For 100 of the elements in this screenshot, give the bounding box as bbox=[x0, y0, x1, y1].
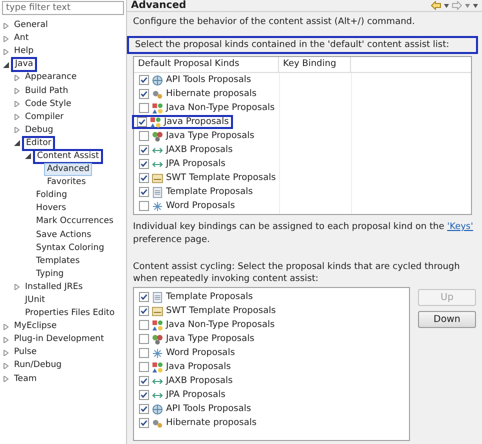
collapsed-arrow-icon[interactable] bbox=[3, 376, 9, 382]
column-header[interactable]: Key Binding bbox=[279, 57, 351, 72]
tree-item[interactable]: MyEclipse bbox=[11, 320, 60, 334]
checkbox[interactable] bbox=[139, 173, 149, 183]
shapes-icon bbox=[150, 116, 161, 128]
tree-item[interactable]: Installed JREs bbox=[22, 280, 86, 294]
gears-icon bbox=[152, 88, 163, 100]
shapes-icon bbox=[152, 102, 163, 114]
column-header[interactable]: Default Proposal Kinds bbox=[134, 57, 279, 72]
tree-item[interactable]: Save Actions bbox=[33, 228, 94, 242]
globe-icon bbox=[152, 74, 163, 86]
expanded-arrow-icon[interactable] bbox=[3, 62, 9, 68]
tree-item[interactable]: JUnit bbox=[22, 294, 48, 308]
checkbox[interactable] bbox=[139, 362, 149, 372]
instruction-text: Select the proposal kinds contained in the 'default' content assist list: bbox=[127, 36, 478, 54]
collapsed-arrow-icon[interactable] bbox=[3, 324, 9, 330]
tree-item[interactable]: Java bbox=[11, 57, 38, 72]
keys-link[interactable]: 'Keys' bbox=[447, 222, 474, 232]
tree-item[interactable]: Syntax Coloring bbox=[33, 242, 108, 255]
dropdown-icon[interactable] bbox=[444, 4, 449, 8]
expanded-arrow-icon[interactable] bbox=[14, 140, 20, 146]
tree-item[interactable]: Advanced bbox=[44, 163, 92, 176]
tree-item[interactable]: Mark Occurrences bbox=[33, 215, 117, 228]
collapsed-arrow-icon[interactable] bbox=[14, 284, 20, 290]
proposal-label: SWT Template Proposals bbox=[166, 306, 276, 316]
checkbox[interactable] bbox=[139, 145, 149, 155]
proposal-label: JPA Proposals bbox=[166, 159, 226, 169]
checkbox[interactable] bbox=[139, 376, 149, 386]
document-icon bbox=[152, 186, 163, 198]
tree-item[interactable]: Plug-in Development bbox=[11, 333, 107, 346]
tree-item[interactable]: Folding bbox=[33, 189, 70, 202]
checkbox[interactable] bbox=[139, 131, 149, 141]
filter-field[interactable]: type filter text bbox=[2, 1, 124, 15]
shapes-icon bbox=[152, 320, 163, 330]
checkbox[interactable] bbox=[139, 201, 149, 211]
proposal-label: Java Type Proposals bbox=[166, 131, 254, 141]
proposal-label: Word Proposals bbox=[166, 201, 235, 211]
collapsed-arrow-icon[interactable] bbox=[14, 74, 20, 81]
document-icon bbox=[152, 292, 163, 302]
tree-item[interactable]: Debug bbox=[22, 124, 56, 137]
checkbox[interactable] bbox=[139, 306, 149, 316]
tree-item[interactable]: Code Style bbox=[22, 98, 74, 111]
checkbox[interactable] bbox=[139, 292, 149, 302]
checkbox[interactable] bbox=[139, 404, 149, 414]
proposal-label: JAXB Proposals bbox=[166, 145, 233, 155]
tree-item[interactable]: Typing bbox=[33, 268, 67, 281]
collapsed-arrow-icon[interactable] bbox=[3, 36, 9, 42]
collapsed-arrow-icon[interactable] bbox=[14, 88, 20, 94]
tree-item[interactable]: General bbox=[11, 19, 51, 32]
collapsed-arrow-icon[interactable] bbox=[3, 336, 9, 343]
proposal-label: Java Proposals bbox=[164, 117, 229, 127]
tree-item[interactable]: Compiler bbox=[22, 110, 67, 124]
checkbox[interactable] bbox=[139, 187, 149, 197]
checkbox[interactable] bbox=[139, 334, 149, 344]
tree-item[interactable]: Run/Debug bbox=[11, 359, 65, 372]
back-arrow-icon[interactable] bbox=[431, 1, 441, 10]
checkbox[interactable] bbox=[139, 89, 149, 99]
tree-item[interactable]: Editor bbox=[22, 136, 56, 151]
template-icon bbox=[152, 172, 163, 184]
collapsed-arrow-icon[interactable] bbox=[3, 362, 9, 369]
tree-item[interactable]: Team bbox=[11, 372, 40, 386]
tree-item[interactable]: Templates bbox=[33, 254, 83, 268]
checkbox[interactable] bbox=[139, 75, 149, 85]
shapes-icon bbox=[152, 362, 163, 372]
checkbox[interactable] bbox=[139, 390, 149, 400]
proposal-label: Word Proposals bbox=[166, 348, 235, 358]
collapsed-arrow-icon[interactable] bbox=[14, 101, 20, 108]
move-button[interactable]: Down bbox=[418, 311, 476, 328]
globe-icon bbox=[152, 404, 163, 414]
checkbox[interactable] bbox=[139, 320, 149, 330]
template-icon bbox=[152, 306, 163, 316]
expanded-arrow-icon[interactable] bbox=[25, 153, 31, 160]
proposal-label: Java Non-Type Proposals bbox=[166, 320, 275, 330]
collapsed-arrow-icon[interactable] bbox=[3, 350, 9, 356]
tree-item[interactable]: Hovers bbox=[33, 202, 70, 216]
checkbox[interactable] bbox=[139, 103, 149, 113]
tree-item[interactable]: Help bbox=[11, 45, 37, 58]
sparkle-icon bbox=[152, 200, 163, 212]
menu-icon[interactable] bbox=[473, 4, 478, 8]
checkbox[interactable] bbox=[137, 117, 147, 127]
tree-item[interactable]: Build Path bbox=[22, 84, 72, 98]
key-bindings-note: Individual key bindings can be assigned to each proposal kind on the 'Keys' preference page. bbox=[133, 221, 474, 247]
collapsed-arrow-icon[interactable] bbox=[3, 22, 9, 29]
tree-item[interactable]: Properties Files Edito bbox=[22, 307, 118, 320]
checkbox[interactable] bbox=[139, 348, 149, 358]
tree-item[interactable]: Appearance bbox=[22, 71, 80, 84]
sparkle-icon bbox=[152, 348, 163, 358]
proposal-label: Java Type Proposals bbox=[166, 334, 254, 344]
collapsed-arrow-icon[interactable] bbox=[14, 127, 20, 134]
proposal-label: SWT Template Proposals bbox=[166, 173, 276, 183]
page-title: Advanced bbox=[131, 0, 186, 11]
collapsed-arrow-icon[interactable] bbox=[3, 48, 9, 55]
tree-item[interactable]: Pulse bbox=[11, 346, 40, 360]
collapsed-arrow-icon[interactable] bbox=[14, 114, 20, 120]
tree-item[interactable]: Favorites bbox=[44, 176, 89, 190]
dropdown-icon[interactable] bbox=[465, 4, 470, 8]
checkbox[interactable] bbox=[139, 418, 149, 428]
description-text: Configure the behavior of the content assist (Alt+/) command. bbox=[133, 17, 416, 27]
checkbox[interactable] bbox=[139, 159, 149, 169]
tree-item[interactable]: Ant bbox=[11, 32, 32, 46]
